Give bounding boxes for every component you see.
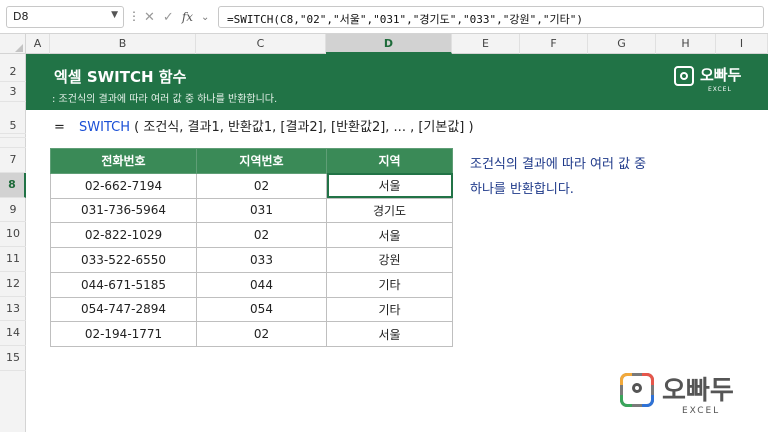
brand-logo-sub: EXCEL [682, 406, 721, 416]
explanation-note: 조건식의 결과에 따라 여러 값 중 하나를 반환합니다. [470, 152, 690, 202]
cell-region[interactable]: 서울 [326, 321, 453, 347]
column-header-g[interactable]: G [588, 34, 656, 54]
syntax-function-name: SWITCH [79, 120, 131, 135]
column-headers: A B C D E F G H I [0, 34, 768, 54]
cell-area-code[interactable]: 054 [196, 296, 327, 323]
cell-region[interactable]: 경기도 [326, 197, 453, 224]
cell-area-code[interactable]: 02 [196, 321, 327, 347]
logo-icon [620, 373, 654, 407]
row-header-9[interactable]: 9 [0, 198, 26, 223]
row-header-14[interactable]: 14 [0, 321, 26, 346]
table-row: 02-662-7194 02 서울 [50, 172, 453, 199]
header-region[interactable]: 지역 [326, 148, 453, 174]
more-icon[interactable]: ⋮ [128, 9, 140, 23]
cell-area-code[interactable]: 044 [196, 271, 327, 298]
name-box-value: D8 [13, 10, 29, 23]
banner-title: 엑셀 SWITCH 함수 [54, 68, 187, 86]
formula-bar: D8 ▼ ⋮ ✕ ✓ fx ⌄ =SWITCH(C8,"02","서울","03… [0, 0, 768, 34]
data-table: 전화번호 지역번호 지역 02-662-7194 02 서울 031-736-5… [50, 148, 453, 347]
banner-logo-sub: EXCEL [708, 86, 732, 93]
note-line-2: 하나를 반환합니다. [470, 182, 574, 197]
table-row: 033-522-6550 033 강원 [50, 247, 453, 273]
note-line-1: 조건식의 결과에 따라 여러 값 중 [470, 157, 647, 172]
cancel-icon[interactable]: ✕ [144, 10, 155, 25]
cell-phone[interactable]: 02-662-7194 [50, 172, 197, 199]
expand-icon[interactable]: ⌄ [201, 12, 209, 23]
table-row: 044-671-5185 044 기타 [50, 271, 453, 298]
syntax-equals: = [54, 120, 65, 135]
cell-area-code[interactable]: 031 [196, 197, 327, 224]
column-header-a[interactable]: A [26, 34, 50, 54]
enter-icon[interactable]: ✓ [163, 10, 174, 25]
row-header-2[interactable]: 2 [0, 62, 26, 82]
cell-region[interactable]: 기타 [326, 296, 453, 323]
title-banner: 엑셀 SWITCH 함수 : 조건식의 결과에 따라 여러 값 중 하나를 반환… [26, 54, 768, 110]
table-row: 031-736-5964 031 경기도 [50, 197, 453, 224]
cell-area-code[interactable]: 033 [196, 247, 327, 273]
cell-region[interactable]: 서울 [326, 222, 453, 248]
table-row: 054-747-2894 054 기타 [50, 296, 453, 323]
cell-region[interactable]: 기타 [326, 271, 453, 298]
formula-icons: ✕ ✓ fx ⌄ [140, 6, 210, 28]
table-row: 02-822-1029 02 서울 [50, 222, 453, 248]
brand-logo-name: 오빠두 [662, 376, 734, 406]
column-header-b[interactable]: B [50, 34, 196, 54]
row-header-3[interactable]: 3 [0, 82, 26, 102]
insert-function-icon[interactable]: fx [182, 10, 193, 24]
cell-area-code[interactable]: 02 [196, 222, 327, 248]
function-syntax: = SWITCH ( 조건식, 결과1, 반환값1, [결과2], [반환값2]… [54, 116, 474, 135]
cell-phone[interactable]: 033-522-6550 [50, 247, 197, 273]
column-header-i[interactable]: I [716, 34, 768, 54]
syntax-arguments: ( 조건식, 결과1, 반환값1, [결과2], [반환값2], ... , [… [134, 120, 474, 135]
cell-area-code[interactable]: 02 [196, 172, 327, 199]
table-header-row: 전화번호 지역번호 지역 [50, 148, 453, 174]
row-header-10[interactable]: 10 [0, 222, 26, 247]
column-header-h[interactable]: H [656, 34, 716, 54]
row-header-12[interactable]: 12 [0, 272, 26, 297]
row-headers: 2 3 4 5 6 7 8 9 10 11 12 13 14 15 [0, 54, 26, 432]
column-header-e[interactable]: E [452, 34, 520, 54]
column-header-f[interactable]: F [520, 34, 588, 54]
header-area-code[interactable]: 지역번호 [196, 148, 327, 174]
header-phone[interactable]: 전화번호 [50, 148, 197, 174]
cell-phone[interactable]: 044-671-5185 [50, 271, 197, 298]
cell-region-selected[interactable]: 서울 [326, 172, 453, 199]
select-all-corner[interactable] [0, 34, 26, 54]
column-header-c[interactable]: C [196, 34, 326, 54]
row-header-6[interactable]: 6 [0, 138, 26, 148]
column-header-d[interactable]: D [326, 34, 452, 54]
logo-icon [674, 66, 694, 86]
banner-logo: 오빠두 EXCEL [674, 64, 748, 98]
row-header-8[interactable]: 8 [0, 172, 26, 198]
cell-phone[interactable]: 054-747-2894 [50, 296, 197, 323]
formula-input[interactable]: =SWITCH(C8,"02","서울","031","경기도","033","… [218, 6, 764, 28]
cell-phone[interactable]: 02-194-1771 [50, 321, 197, 347]
table-row: 02-194-1771 02 서울 [50, 321, 453, 347]
row-header-7[interactable]: 7 [0, 148, 26, 173]
row-header-13[interactable]: 13 [0, 297, 26, 322]
cell-phone[interactable]: 031-736-5964 [50, 197, 197, 224]
name-box[interactable]: D8 ▼ [6, 6, 124, 28]
cell-phone[interactable]: 02-822-1029 [50, 222, 197, 248]
cell-region[interactable]: 강원 [326, 247, 453, 273]
row-header-5[interactable]: 5 [0, 114, 26, 138]
row-header-15[interactable]: 15 [0, 346, 26, 371]
banner-subtitle: : 조건식의 결과에 따라 여러 값 중 하나를 반환합니다. [52, 94, 278, 105]
row-header-11[interactable]: 11 [0, 247, 26, 272]
brand-logo: 오빠두 EXCEL [620, 370, 760, 420]
chevron-down-icon[interactable]: ▼ [111, 10, 118, 20]
banner-logo-name: 오빠두 [700, 66, 742, 84]
